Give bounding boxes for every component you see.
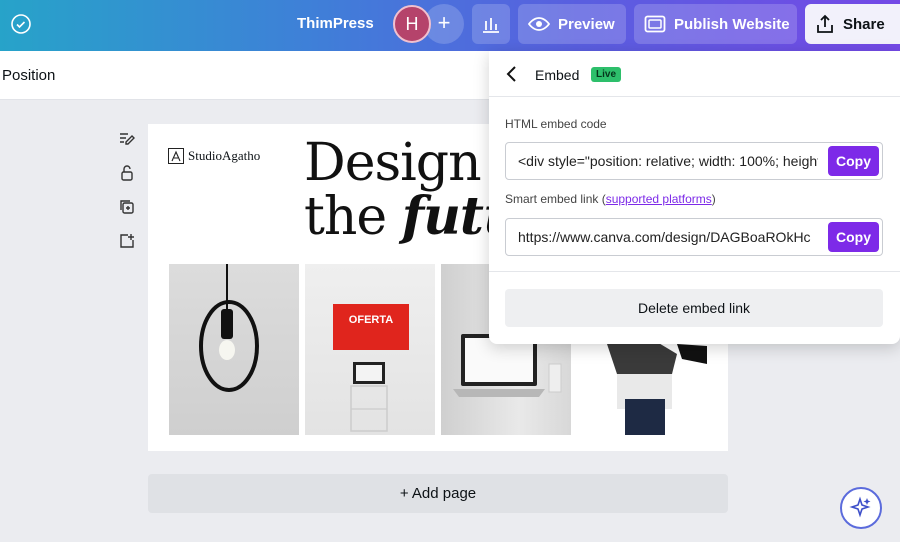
- publish-website-button[interactable]: Publish Website: [634, 4, 797, 44]
- preview-button[interactable]: Preview: [518, 4, 626, 44]
- sparkle-icon: [849, 496, 871, 518]
- html-embed-code-field[interactable]: <div style="position: relative; width: 1…: [505, 142, 883, 180]
- live-status-badge: Live: [591, 67, 622, 82]
- headline-line-2: the futu: [304, 187, 521, 247]
- bar-chart-icon: [483, 18, 499, 33]
- embed-panel-header: Embed Live: [489, 51, 900, 97]
- divider: [489, 271, 900, 272]
- notes-icon[interactable]: [116, 128, 138, 150]
- headline-line-2-prefix: the: [304, 187, 402, 247]
- html-embed-label: HTML embed code: [505, 117, 607, 131]
- copy-link-button[interactable]: Copy: [828, 222, 879, 252]
- embed-panel-title: Embed: [535, 67, 580, 83]
- share-upload-icon: [817, 14, 833, 33]
- avatar[interactable]: H: [393, 5, 431, 43]
- smart-embed-link-field[interactable]: https://www.canva.com/design/DAGBoaROkHc…: [505, 218, 883, 256]
- copy-html-button[interactable]: Copy: [828, 146, 879, 176]
- preview-label: Preview: [558, 15, 615, 33]
- smart-embed-link-value[interactable]: https://www.canva.com/design/DAGBoaROkHc: [518, 229, 818, 245]
- headline: Design the futu: [304, 133, 521, 247]
- smart-embed-label-prefix: Smart embed link (: [505, 192, 606, 206]
- top-bar: ThimPress + H Preview Publish Website Sh…: [0, 0, 900, 51]
- insights-button[interactable]: [472, 4, 510, 44]
- design-title[interactable]: ThimPress: [297, 15, 374, 32]
- share-button[interactable]: Share: [805, 4, 900, 44]
- photo-sign-text: OFERTA: [349, 314, 393, 326]
- website-icon: [644, 15, 666, 33]
- smart-embed-label-suffix: ): [711, 192, 716, 206]
- supported-platforms-link[interactable]: supported platforms: [606, 192, 712, 206]
- back-chevron-icon[interactable]: [505, 65, 519, 83]
- magic-assistant-button[interactable]: [840, 487, 882, 529]
- position-button[interactable]: Position: [2, 67, 55, 84]
- page-side-tools: [116, 128, 138, 264]
- publish-label: Publish Website: [674, 15, 790, 33]
- lock-icon[interactable]: [116, 162, 138, 184]
- eye-icon: [528, 17, 550, 31]
- delete-embed-link-button[interactable]: Delete embed link: [505, 289, 883, 327]
- embed-panel: Embed Live HTML embed code <div style="p…: [489, 51, 900, 344]
- photo-sign-display: OFERTA: [305, 264, 435, 435]
- studio-logo-icon: [168, 148, 184, 164]
- add-page-button[interactable]: + Add page: [148, 474, 728, 513]
- studio-logo: StudioAgatho: [168, 148, 260, 164]
- html-embed-code-value[interactable]: <div style="position: relative; width: 1…: [518, 153, 818, 169]
- headline-line-1: Design: [304, 133, 482, 193]
- share-label: Share: [843, 15, 885, 33]
- add-page-icon[interactable]: [116, 230, 138, 252]
- logo-text: StudioAgatho: [188, 148, 261, 163]
- cloud-check-icon[interactable]: [9, 12, 33, 36]
- photo-lamp: [169, 264, 299, 435]
- duplicate-page-icon[interactable]: [116, 196, 138, 218]
- smart-embed-label: Smart embed link (supported platforms): [505, 192, 716, 206]
